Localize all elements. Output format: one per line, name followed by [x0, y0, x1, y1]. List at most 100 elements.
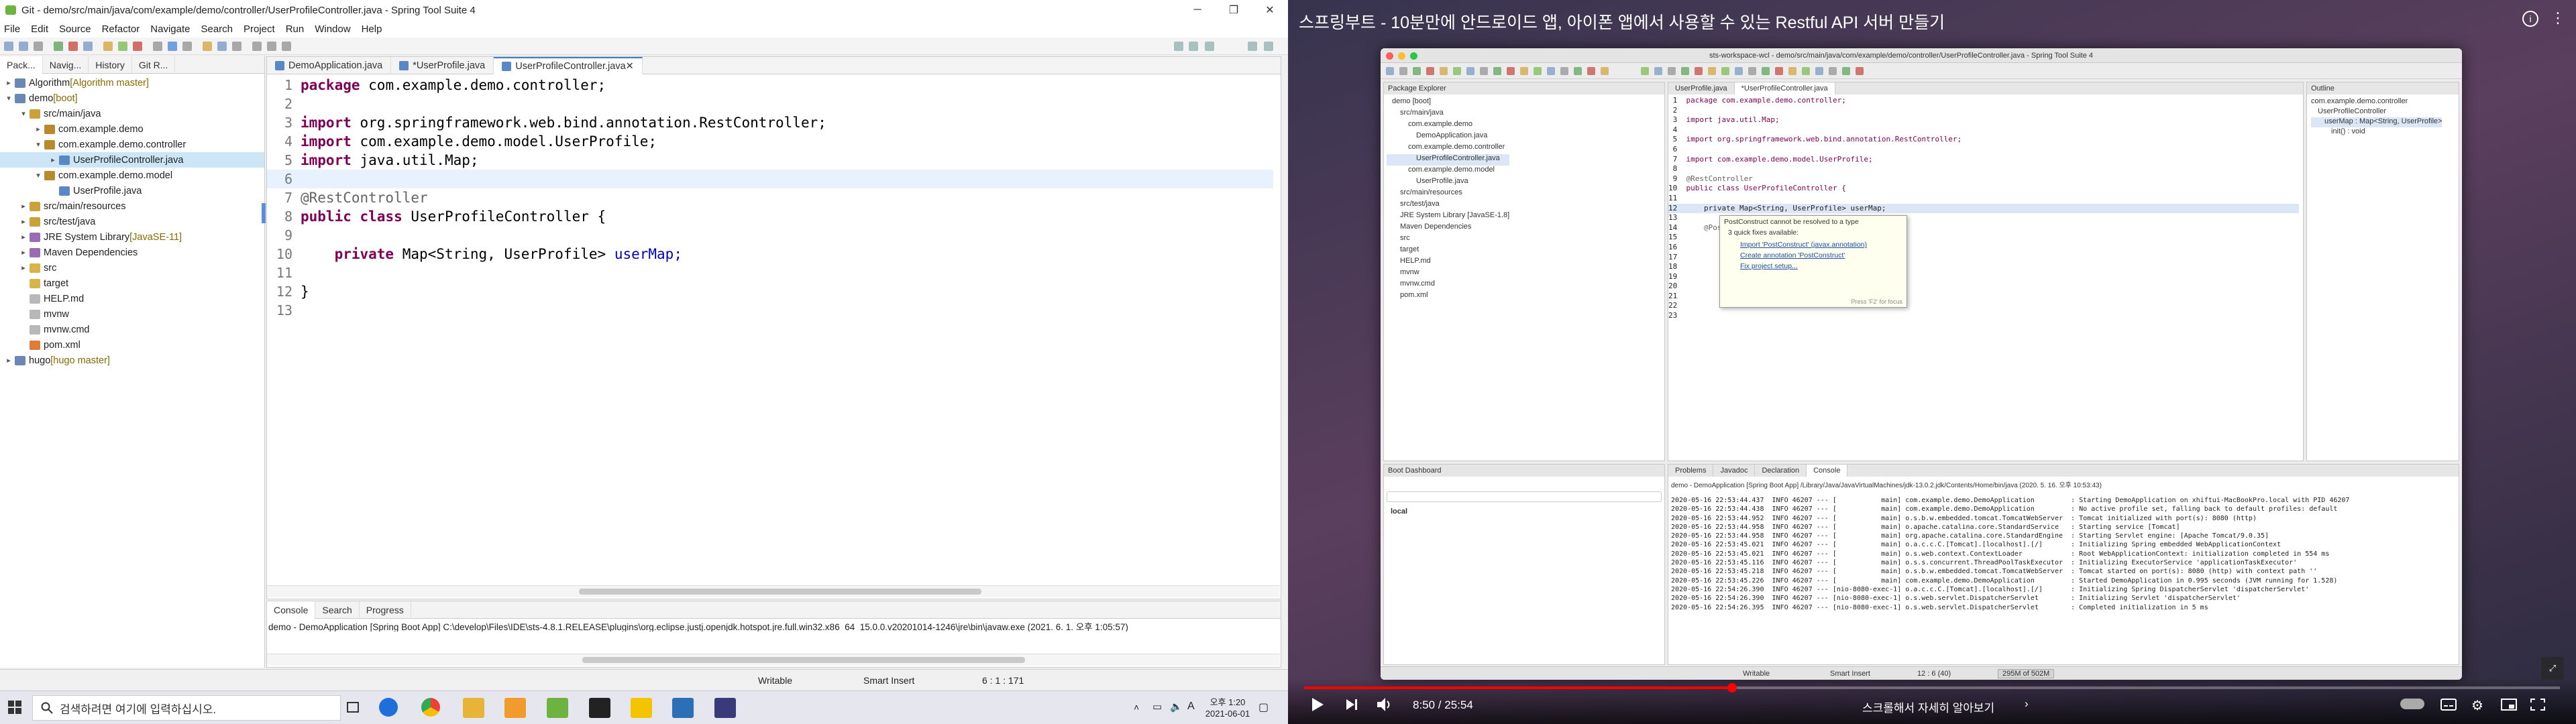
mac-toolbar-icon[interactable]	[1386, 67, 1394, 75]
tree-expand-icon[interactable]: ▾	[4, 94, 13, 103]
video-title[interactable]: 스프링부트 - 10분만에 안드로이드 앱, 아이폰 앱에서 사용할 수 있는 …	[1299, 9, 1945, 34]
mac-tree-item[interactable]: demo [boot]	[1387, 97, 1509, 109]
fullscreen-icon[interactable]	[2530, 699, 2545, 711]
toolbar-button-icon[interactable]	[133, 42, 142, 51]
toolbar-button-icon[interactable]	[168, 42, 177, 51]
menu-run[interactable]: Run	[286, 23, 305, 35]
tree-item[interactable]: ▸ com.example.demo	[0, 121, 264, 137]
mac-memory-indicator[interactable]: 295M of 502M	[1998, 669, 2055, 678]
edge-browser-icon[interactable]	[379, 698, 398, 717]
mac-tree-item[interactable]: com.example.demo.controller	[1387, 143, 1509, 154]
toolbar-button-icon[interactable]	[118, 42, 127, 51]
mac-toolbar-icon[interactable]	[1802, 67, 1810, 75]
code-line[interactable]: 9	[267, 226, 1273, 245]
overlay-expand-icon[interactable]: ⤢	[2541, 657, 2564, 680]
ime-indicator[interactable]: A	[1187, 701, 1195, 713]
quick-fix-item[interactable]: Create annotation 'PostConstruct'	[1720, 250, 1907, 261]
mac-toolbar-icon[interactable]	[1440, 67, 1448, 75]
next-icon[interactable]	[1346, 699, 1358, 711]
menu-help[interactable]: Help	[362, 23, 382, 35]
mac-toolbar-icon[interactable]	[1587, 67, 1595, 75]
tree-item[interactable]: ▸ Algorithm [Algorithm master]	[0, 75, 264, 90]
mac-tree-item[interactable]: mvnw	[1387, 268, 1509, 280]
terminal-app-icon[interactable]	[714, 698, 736, 718]
code-line[interactable]: 3 import org.springframework.web.bind.ann…	[267, 113, 1273, 132]
console-scrollbar[interactable]	[267, 654, 1280, 666]
file-explorer-icon[interactable]	[463, 698, 484, 718]
menu-window[interactable]: Window	[315, 23, 350, 35]
mac-outline-item[interactable]: UserProfileController	[2311, 107, 2442, 117]
perspective-icon[interactable]	[1264, 42, 1273, 51]
mac-toolbar-icon[interactable]	[1708, 67, 1716, 75]
volume-icon[interactable]	[1377, 697, 1393, 712]
perspective-icon[interactable]	[1174, 42, 1183, 51]
tree-item[interactable]: ▾ com.example.demo.controller	[0, 137, 264, 152]
quick-fix-item[interactable]: Fix project setup...	[1720, 261, 1907, 272]
tray-chevron-icon[interactable]: ˄	[1134, 702, 1139, 713]
mac-toolbar-icon[interactable]	[1788, 67, 1796, 75]
tree-expand-icon[interactable]: ▸	[19, 202, 28, 210]
volume-icon[interactable]: 🔈	[1170, 701, 1183, 713]
code-line[interactable]: 1 package com.example.demo.controller;	[267, 76, 1273, 95]
tree-expand-icon[interactable]: ▾	[19, 109, 28, 118]
minimize-button[interactable]: ─	[1179, 0, 1216, 20]
console-tab[interactable]: Search	[315, 601, 360, 619]
explorer-tab[interactable]: Navig...	[43, 56, 89, 74]
mac-toolbar-icon[interactable]	[1413, 67, 1421, 75]
tree-expand-icon[interactable]: ▸	[19, 263, 28, 272]
network-icon[interactable]: ▭	[1152, 701, 1162, 713]
tree-expand-icon[interactable]: ▾	[34, 140, 43, 149]
mac-tree-item[interactable]: DemoApplication.java	[1387, 131, 1509, 143]
tree-item[interactable]: ▸ hugo [hugo master]	[0, 353, 264, 368]
toolbar-button-icon[interactable]	[282, 42, 291, 51]
editor-tab[interactable]: DemoApplication.java	[267, 56, 392, 74]
mac-tree-item[interactable]: src/main/resources	[1387, 188, 1509, 200]
menu-source[interactable]: Source	[59, 23, 91, 35]
mac-toolbar-icon[interactable]	[1507, 67, 1515, 75]
perspective-icon[interactable]	[1248, 42, 1257, 51]
boot-dashboard-filter[interactable]	[1387, 491, 1662, 502]
mac-outline-item[interactable]: userMap : Map<String, UserProfile>	[2311, 117, 2443, 127]
code-line[interactable]: 11	[267, 263, 1273, 282]
mac-toolbar-icon[interactable]	[1574, 67, 1582, 75]
tab-close-icon[interactable]: ✕	[626, 61, 634, 72]
tree-expand-icon[interactable]: ▸	[19, 233, 28, 241]
editor-tab[interactable]: UserProfileController.java ✕	[494, 56, 643, 74]
tree-item[interactable]: ▸ src	[0, 260, 264, 276]
taskbar-search-box[interactable]: 검색하려면 여기에 입력하십시오.	[32, 695, 341, 721]
toolbar-button-icon[interactable]	[232, 42, 241, 51]
taskbar-time[interactable]: 오후 1:20	[1201, 695, 1254, 708]
pen-app-icon[interactable]	[589, 698, 610, 718]
mac-toolbar-icon[interactable]	[1641, 67, 1649, 75]
mac-toolbar-icon[interactable]	[1466, 67, 1474, 75]
progress-bar[interactable]	[1304, 683, 2560, 692]
code-line[interactable]: 4 import com.example.demo.model.UserProfi…	[267, 132, 1273, 151]
tree-item[interactable]: HELP.md	[0, 291, 264, 306]
toolbar-button-icon[interactable]	[203, 42, 212, 51]
mac-toolbar-icon[interactable]	[1815, 67, 1823, 75]
code-line[interactable]: 10 private Map<String, UserProfile> user…	[267, 245, 1273, 263]
mac-tree-item[interactable]: pom.xml	[1387, 291, 1509, 302]
code-line[interactable]: 6	[267, 170, 1273, 188]
video-player[interactable]: 스프링부트 - 10분만에 안드로이드 앱, 아이폰 앱에서 사용할 수 있는 …	[1288, 0, 2576, 724]
info-icon[interactable]: i	[2522, 11, 2538, 27]
tree-expand-icon[interactable]: ▸	[48, 156, 58, 164]
explorer-tab[interactable]: Pack...	[0, 56, 43, 74]
console-scrollbar-thumb[interactable]	[582, 657, 1025, 663]
mac-tree-item[interactable]: JRE System Library [JavaSE-1.8]	[1387, 211, 1509, 223]
mac-toolbar-icon[interactable]	[1829, 67, 1837, 75]
mac-toolbar-icon[interactable]	[1668, 67, 1676, 75]
mac-editor-tab[interactable]: *UserProfileController.java	[1734, 82, 1835, 95]
mac-console-tab[interactable]: Problems	[1668, 465, 1714, 477]
mac-outline-item[interactable]: init() : void	[2311, 127, 2442, 137]
mac-toolbar-icon[interactable]	[1601, 67, 1609, 75]
toolbar-button-icon[interactable]	[267, 42, 276, 51]
mac-outline-item[interactable]: com.example.demo.controller	[2311, 97, 2442, 107]
more-vert-icon[interactable]: ⋮	[2551, 9, 2565, 27]
mac-toolbar-icon[interactable]	[1480, 67, 1488, 75]
mac-toolbar-icon[interactable]	[1426, 67, 1434, 75]
tree-item[interactable]: ▾ com.example.demo.model	[0, 168, 264, 183]
mac-minimize-button[interactable]	[1398, 52, 1405, 60]
perspective-icon[interactable]	[1189, 42, 1198, 51]
mac-zoom-button[interactable]	[1410, 52, 1417, 60]
